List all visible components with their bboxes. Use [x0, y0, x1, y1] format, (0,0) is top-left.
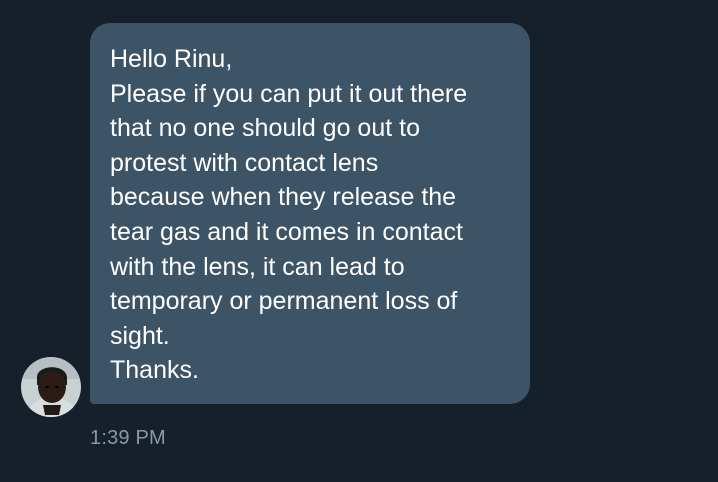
- message-line: because when they release the: [110, 183, 457, 212]
- message-timestamp: 1:39 PM: [90, 427, 166, 449]
- avatar-photo: [21, 357, 81, 417]
- message-line: temporary or permanent loss of: [110, 287, 458, 316]
- sender-avatar[interactable]: [21, 357, 81, 417]
- message-line: Hello Rinu,: [110, 45, 233, 73]
- message-line: protest with contact lens: [110, 148, 379, 177]
- message-line: Thanks.: [110, 356, 199, 385]
- message-bubble[interactable]: Hello Rinu, Please if you can put it out…: [90, 23, 530, 404]
- message-line: that no one should go out to: [110, 114, 420, 143]
- message-text: Hello Rinu, Please if you can put it out…: [110, 42, 510, 388]
- message-line: with the lens, it can lead to: [110, 252, 405, 281]
- message-line: tear gas and it comes in contact: [110, 217, 463, 246]
- message-line: Please if you can put it out there: [110, 79, 468, 108]
- message-line: sight.: [110, 321, 170, 350]
